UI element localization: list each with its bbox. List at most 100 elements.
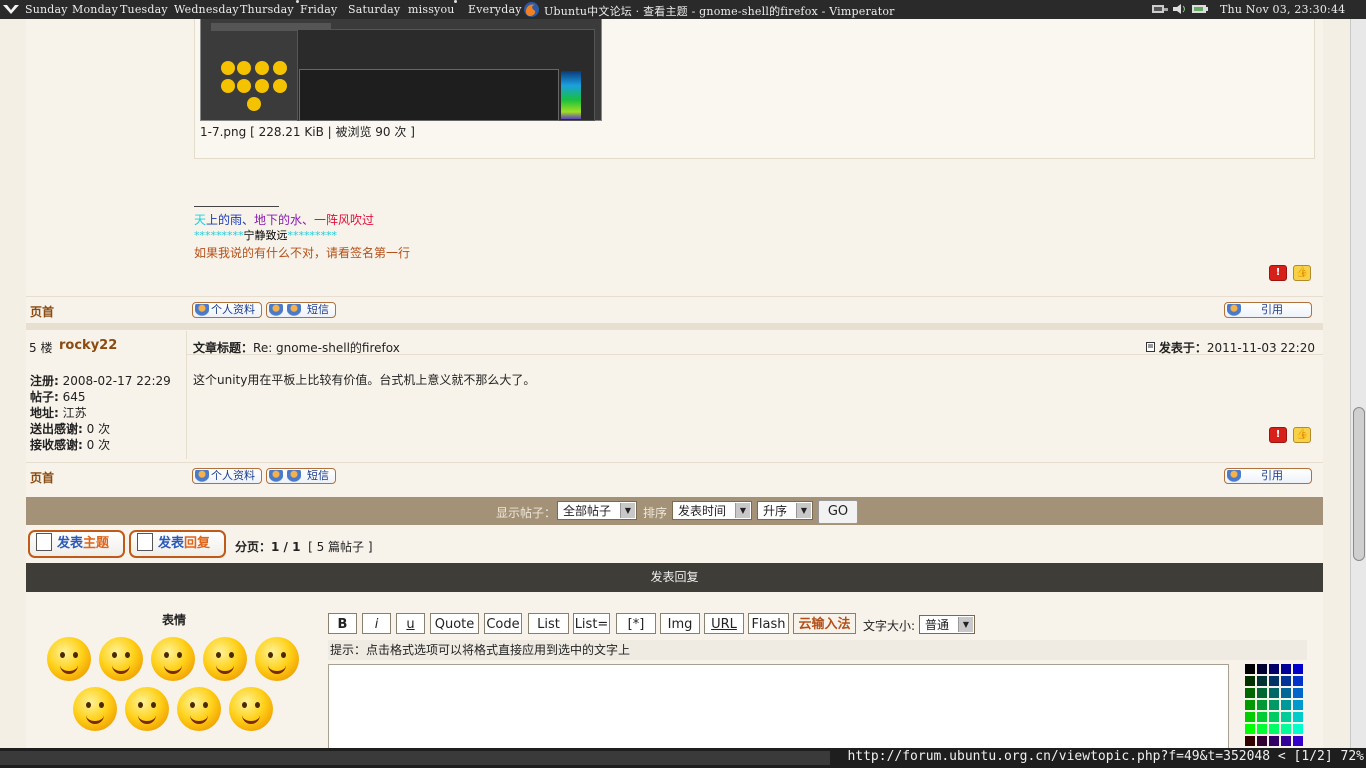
color-swatch[interactable] (1257, 676, 1267, 686)
smiley-icon[interactable] (203, 637, 247, 681)
color-palette[interactable] (1245, 664, 1305, 748)
format-list-ordered-button[interactable]: List= (573, 613, 610, 634)
color-swatch[interactable] (1257, 736, 1267, 746)
profile-button[interactable]: 个人资料 (192, 302, 262, 318)
color-swatch[interactable] (1269, 664, 1279, 674)
panel-item-thursday[interactable]: Thursday (240, 3, 294, 16)
chevron-down-icon: ▼ (620, 503, 635, 518)
post-author[interactable]: rocky22 (59, 338, 117, 353)
back-to-top-link[interactable]: 页首 (30, 303, 54, 320)
color-swatch[interactable] (1281, 664, 1291, 674)
smiley-icon[interactable] (255, 637, 299, 681)
smiley-icon[interactable] (125, 687, 169, 731)
color-swatch[interactable] (1281, 688, 1291, 698)
panel-clock[interactable]: Thu Nov 03, 23:30:44 (1220, 3, 1345, 16)
color-swatch[interactable] (1293, 676, 1303, 686)
post-reply-button[interactable]: 发表回复 (129, 530, 226, 558)
color-swatch[interactable] (1293, 724, 1303, 734)
quote-button[interactable]: 引用 (1224, 302, 1312, 318)
format-code-button[interactable]: Code (484, 613, 522, 634)
firefox-icon (524, 2, 539, 17)
command-line[interactable] (0, 751, 830, 765)
format-list-button[interactable]: List (528, 613, 569, 634)
format-underline-button[interactable]: u (396, 613, 425, 634)
color-swatch[interactable] (1269, 700, 1279, 710)
format-italic-button[interactable]: i (362, 613, 391, 634)
panel-item-sunday[interactable]: Sunday (25, 3, 68, 16)
go-button[interactable]: GO (818, 500, 858, 524)
format-list-item-button[interactable]: [*] (616, 613, 656, 634)
report-icon[interactable]: ! (1269, 427, 1287, 443)
format-quote-button[interactable]: Quote (430, 613, 479, 634)
color-swatch[interactable] (1269, 676, 1279, 686)
attachment-image[interactable] (200, 19, 602, 121)
color-swatch[interactable] (1257, 712, 1267, 722)
color-swatch[interactable] (1281, 724, 1291, 734)
report-icon[interactable]: ! (1269, 265, 1287, 281)
power-icon[interactable] (1191, 2, 1209, 19)
color-swatch[interactable] (1245, 688, 1255, 698)
color-swatch[interactable] (1245, 712, 1255, 722)
smiley-icon[interactable] (229, 687, 273, 731)
post-page-icon[interactable] (1146, 342, 1156, 352)
color-swatch[interactable] (1281, 712, 1291, 722)
color-swatch[interactable] (1281, 700, 1291, 710)
panel-item-friday[interactable]: Friday (300, 3, 337, 16)
panel-item-monday[interactable]: Monday (72, 3, 118, 16)
quote-button[interactable]: 引用 (1224, 468, 1312, 484)
format-img-button[interactable]: Img (660, 613, 700, 634)
sort-by-select[interactable]: 发表时间 ▼ (672, 501, 752, 520)
color-swatch[interactable] (1293, 688, 1303, 698)
show-posts-select[interactable]: 全部帖子 ▼ (557, 501, 637, 520)
color-swatch[interactable] (1293, 736, 1303, 746)
color-swatch[interactable] (1245, 736, 1255, 746)
cloud-input-button[interactable]: 云输入法 (793, 613, 856, 634)
color-swatch[interactable] (1293, 700, 1303, 710)
color-swatch[interactable] (1245, 664, 1255, 674)
smiley-icon[interactable] (177, 687, 221, 731)
vertical-scrollbar[interactable] (1350, 19, 1366, 748)
post-reply-label-a: 发表 (158, 536, 185, 551)
thanks-icon[interactable]: 👍 (1293, 265, 1311, 281)
profile-button[interactable]: 个人资料 (192, 468, 262, 484)
color-swatch[interactable] (1257, 724, 1267, 734)
color-swatch[interactable] (1269, 688, 1279, 698)
color-swatch[interactable] (1245, 724, 1255, 734)
smiley-icon[interactable] (99, 637, 143, 681)
font-size-select[interactable]: 普通 ▼ (919, 615, 975, 634)
panel-item-everyday[interactable]: Everyday (468, 3, 522, 16)
panel-item-missyou[interactable]: missyou (408, 3, 455, 16)
color-swatch[interactable] (1257, 664, 1267, 674)
color-swatch[interactable] (1257, 700, 1267, 710)
network-icon[interactable] (1151, 2, 1169, 19)
sort-order-select[interactable]: 升序 ▼ (757, 501, 813, 520)
new-topic-button[interactable]: 发表主题 (28, 530, 125, 558)
color-swatch[interactable] (1281, 676, 1291, 686)
color-swatch[interactable] (1293, 712, 1303, 722)
panel-item-tuesday[interactable]: Tuesday (120, 3, 168, 16)
thanks-icon[interactable]: 👍 (1293, 427, 1311, 443)
scrollbar-thumb[interactable] (1353, 407, 1365, 561)
back-to-top-link[interactable]: 页首 (30, 469, 54, 486)
color-swatch[interactable] (1281, 736, 1291, 746)
color-swatch[interactable] (1257, 688, 1267, 698)
panel-item-wednesday[interactable]: Wednesday (174, 3, 239, 16)
format-url-button[interactable]: URL (704, 613, 744, 634)
message-textarea[interactable] (328, 664, 1229, 748)
format-bold-button[interactable]: B (328, 613, 357, 634)
gnome-foot-icon[interactable] (1, 1, 21, 18)
panel-item-saturday[interactable]: Saturday (348, 3, 400, 16)
volume-icon[interactable] (1171, 2, 1189, 19)
color-swatch[interactable] (1293, 664, 1303, 674)
pm-button[interactable]: 短信 (266, 468, 336, 484)
smiley-icon[interactable] (151, 637, 195, 681)
color-swatch[interactable] (1269, 724, 1279, 734)
color-swatch[interactable] (1269, 736, 1279, 746)
smiley-icon[interactable] (73, 687, 117, 731)
pm-button[interactable]: 短信 (266, 302, 336, 318)
color-swatch[interactable] (1245, 676, 1255, 686)
smiley-icon[interactable] (47, 637, 91, 681)
color-swatch[interactable] (1269, 712, 1279, 722)
color-swatch[interactable] (1245, 700, 1255, 710)
format-flash-button[interactable]: Flash (748, 613, 789, 634)
